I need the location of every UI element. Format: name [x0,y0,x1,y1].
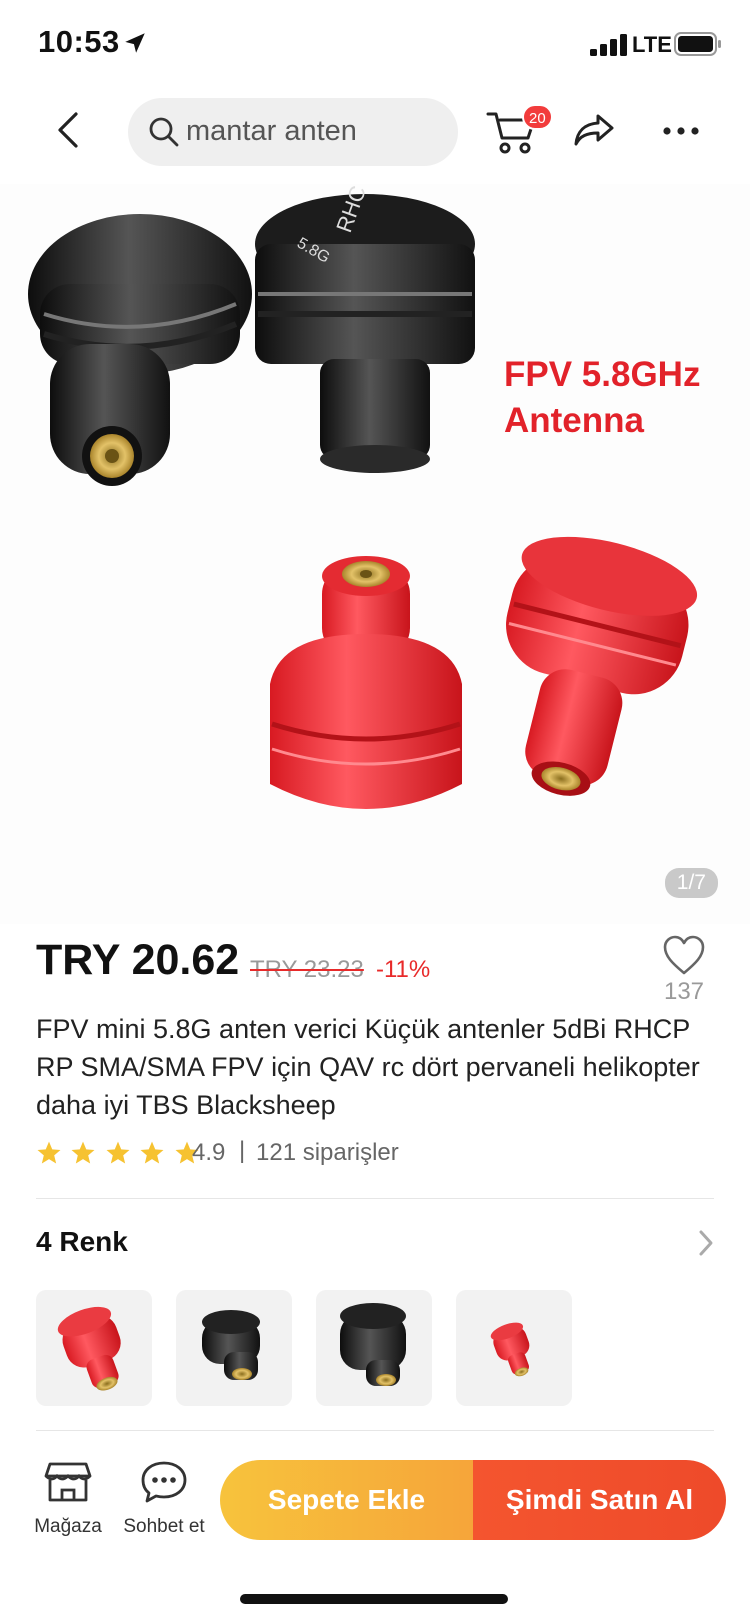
network-label: LTE [632,32,672,57]
variant-thumbnail [340,1303,406,1386]
cart-badge: 20 [522,104,553,130]
chat-label: Sohbet et [123,1516,205,1537]
variant-thumbnail [490,1322,530,1377]
chevron-left-icon[interactable] [50,108,90,152]
variants-title: 4 Renk [36,1226,128,1257]
star-icon [106,1141,130,1164]
battery-icon [674,32,721,56]
image-caption: FPV 5.8GHz Antenna [504,352,700,444]
variants-header[interactable]: 4 Renk [36,1220,716,1264]
variant-swatch-red-small[interactable] [456,1290,572,1406]
rating-separator: | [239,1137,246,1164]
variant-list [36,1290,716,1406]
image-caption-line2: Antenna [504,401,644,440]
nav-bar: mantar anten 20 [0,92,750,168]
status-time: 10:53 [38,24,120,59]
star-icon [37,1141,61,1164]
cellular-signal-icon [590,34,627,56]
star-icon [140,1141,164,1164]
variant-swatch-black[interactable] [316,1290,432,1406]
buy-now-button[interactable]: Şimdi Satın Al [473,1460,726,1540]
share-icon[interactable] [572,112,616,148]
cta-group: Sepete Ekle Şimdi Satın Al [220,1460,726,1540]
variant-thumbnail [57,1306,121,1391]
search-input[interactable]: mantar anten [128,98,458,166]
wishlist-button[interactable]: 137 [654,926,714,1010]
order-count: 121 siparişler [256,1139,399,1166]
price-row: TRY 20.62 TRY 23.23 -11% [36,936,716,996]
divider [36,1430,714,1431]
current-price: TRY 20.62 [36,936,240,984]
add-to-cart-button[interactable]: Sepete Ekle [220,1460,473,1540]
variant-swatch-black[interactable] [176,1290,292,1406]
product-image-gallery[interactable]: RHC 5.8G FPV 5.8GHz Antenna 1/7 [0,184,750,924]
more-icon[interactable] [662,116,700,146]
image-caption-line1: FPV 5.8GHz [504,355,701,394]
location-arrow-icon [125,33,145,53]
variant-swatch-red[interactable] [36,1290,152,1406]
home-indicator [240,1594,508,1604]
wishlist-count: 137 [663,978,705,1005]
product-image: RHC 5.8G [28,184,698,809]
divider [36,1198,714,1199]
store-label: Mağaza [34,1516,102,1537]
image-counter: 1/7 [664,868,718,898]
rating-stars [36,1140,204,1166]
bottom-action-bar: Mağaza Sohbet et Sepete Ekle Şimdi Satın… [0,1440,750,1560]
search-icon [149,117,179,147]
store-icon [44,1462,92,1502]
status-bar: 10:53 LTE [0,0,750,88]
variant-thumbnail [202,1310,260,1380]
heart-icon [663,935,705,975]
search-query-text: mantar anten [186,115,357,147]
rating-value: 4.9 [192,1139,226,1166]
chat-icon [141,1461,187,1503]
rating-row[interactable]: 4.9 | 121 siparişler [36,1136,636,1170]
chevron-right-icon [699,1230,713,1256]
store-button[interactable]: Mağaza [32,1460,104,1544]
discount-badge: -11% [376,956,431,983]
product-title: FPV mini 5.8G anten verici Küçük antenle… [36,1014,700,1120]
star-icon [71,1141,95,1164]
chat-button[interactable]: Sohbet et [118,1460,210,1544]
original-price: TRY 23.23 [250,956,364,983]
